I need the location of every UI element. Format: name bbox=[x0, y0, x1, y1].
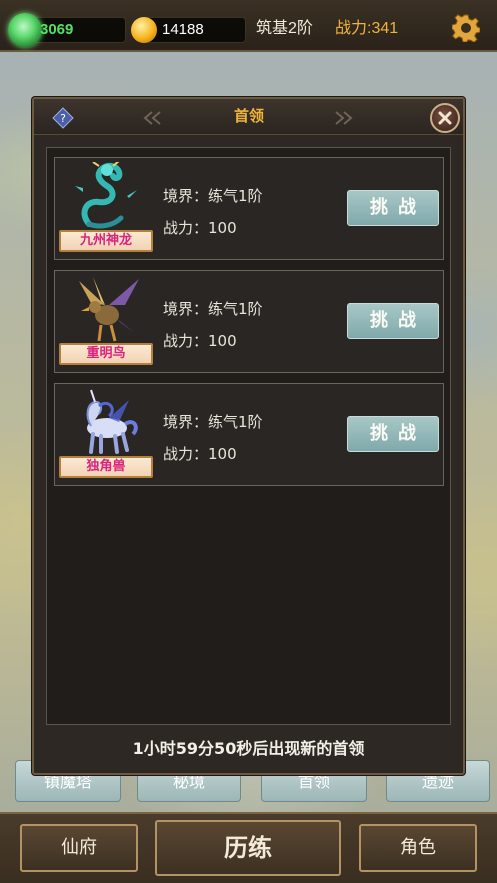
next-boss-timer: 1小时59分50秒后出现新的首领 bbox=[132, 739, 365, 758]
boss-name-tag: 独角兽 bbox=[59, 456, 153, 478]
svg-text:?: ? bbox=[60, 112, 66, 125]
top-resource-bar: 3069 14188 筑基2阶 战力:341 bbox=[0, 0, 497, 52]
boss-realm: 境界：练气1阶 bbox=[163, 300, 263, 318]
panel-header: ? 首领 bbox=[34, 99, 463, 135]
boss-card: 九州神龙 境界：练气1阶 战力：100 挑战 bbox=[54, 157, 444, 260]
right-ornament-icon bbox=[335, 111, 353, 125]
help-icon[interactable]: ? bbox=[52, 107, 74, 129]
gear-icon[interactable] bbox=[452, 14, 480, 42]
boss-name-tag: 重明鸟 bbox=[59, 343, 153, 365]
unicorn-portrait-icon bbox=[86, 389, 138, 454]
boss-power: 战力：100 bbox=[163, 445, 237, 463]
boss-power: 战力：100 bbox=[163, 219, 237, 237]
nav-label: 历练 bbox=[224, 834, 272, 862]
phoenix-bird-portrait-icon bbox=[79, 277, 139, 342]
boss-name: 重明鸟 bbox=[86, 346, 126, 361]
nav-training-button[interactable]: 历练 bbox=[155, 820, 341, 876]
boss-card: 独角兽 境界：练气1阶 战力：100 挑战 bbox=[54, 383, 444, 486]
bottom-navigation: 仙府 历练 角色 bbox=[0, 812, 497, 883]
nav-label: 角色 bbox=[400, 837, 436, 858]
gold-value: 14188 bbox=[162, 21, 204, 38]
combat-power: 战力:341 bbox=[335, 20, 399, 37]
boss-name: 九州神龙 bbox=[79, 233, 132, 248]
boss-realm: 境界：练气1阶 bbox=[163, 187, 263, 205]
nav-label: 仙府 bbox=[61, 837, 97, 858]
boss-panel: ? 首领 九州神龙 境界：练气1阶 战力：100 挑战 重明鸟 境界：练气1阶 … bbox=[32, 97, 465, 775]
dragon-portrait-icon bbox=[75, 162, 137, 229]
gold-coin-icon bbox=[131, 17, 157, 43]
boss-name: 独角兽 bbox=[86, 459, 126, 474]
nav-cave-residence-button[interactable]: 仙府 bbox=[20, 824, 138, 872]
boss-name-tag: 九州神龙 bbox=[59, 230, 153, 252]
challenge-button[interactable]: 挑战 bbox=[347, 190, 439, 226]
challenge-button[interactable]: 挑战 bbox=[347, 303, 439, 339]
close-button[interactable] bbox=[430, 103, 460, 133]
left-ornament-icon bbox=[143, 111, 161, 125]
jade-value: 3069 bbox=[40, 21, 74, 38]
boss-card: 重明鸟 境界：练气1阶 战力：100 挑战 bbox=[54, 270, 444, 373]
jade-icon bbox=[8, 13, 42, 47]
close-icon bbox=[438, 111, 452, 125]
boss-list: 九州神龙 境界：练气1阶 战力：100 挑战 重明鸟 境界：练气1阶 战力：10… bbox=[46, 147, 451, 725]
panel-title: 首领 bbox=[233, 107, 264, 125]
boss-realm: 境界：练气1阶 bbox=[163, 413, 263, 431]
realm-level: 筑基2阶 bbox=[256, 20, 313, 37]
challenge-button[interactable]: 挑战 bbox=[347, 416, 439, 452]
boss-power: 战力：100 bbox=[163, 332, 237, 350]
nav-character-button[interactable]: 角色 bbox=[359, 824, 477, 872]
